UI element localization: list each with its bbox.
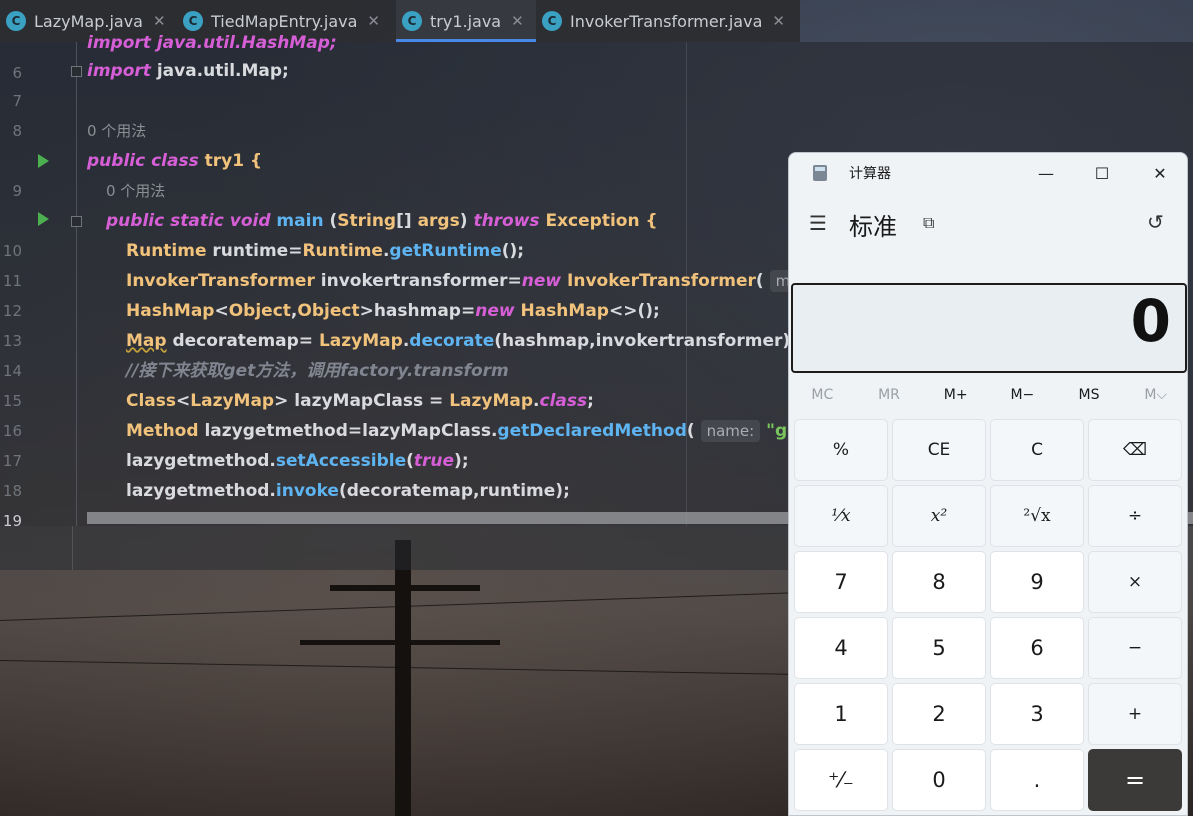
digit-5-button[interactable]: 5 (892, 617, 986, 679)
code-line-8: 8 (0, 86, 1193, 140)
memory-row: MC MR M+ M− MS M⌵ (789, 379, 1189, 411)
minimize-button[interactable]: — (1023, 158, 1069, 188)
calculator-display: 0 (791, 283, 1187, 373)
multiply-button[interactable]: × (1088, 551, 1182, 613)
digit-3-button[interactable]: 3 (990, 683, 1084, 745)
run-icon[interactable] (38, 212, 49, 226)
digit-9-button[interactable]: 9 (990, 551, 1084, 613)
keep-on-top-icon[interactable]: ⧉ (923, 213, 934, 233)
code-comment: //接下来获取get方法，调用factory.transform (126, 361, 509, 381)
memory-list-button[interactable]: M⌵ (1122, 379, 1189, 411)
subtract-button[interactable]: − (1088, 617, 1182, 679)
percent-button[interactable]: % (794, 419, 888, 481)
hamburger-menu-icon[interactable]: ☰ (809, 213, 827, 233)
display-value: 0 (1130, 287, 1171, 355)
calculator-mode-title: 标准 (849, 213, 897, 241)
usage-hint[interactable]: 0 个用法 (106, 176, 165, 206)
wallpaper-crossarm (330, 585, 480, 591)
clear-button[interactable]: C (990, 419, 1084, 481)
negate-button[interactable]: ⁺⁄₋ (794, 749, 888, 811)
code-text: InvokerTransformer invokertransformer=ne… (126, 266, 821, 296)
code-text: public class try1 { (87, 151, 263, 171)
fold-icon[interactable] (71, 216, 82, 227)
code-text: Map decoratemap= LazyMap.decorate(hashma… (126, 331, 797, 351)
wallpaper-crossarm-2 (300, 640, 500, 645)
calculator-window[interactable]: 计算器 — ☐ ✕ ☰ 标准 ⧉ ↺ 0 MC MR M+ M− MS M⌵ %… (788, 152, 1188, 816)
digit-4-button[interactable]: 4 (794, 617, 888, 679)
decimal-button[interactable]: . (990, 749, 1084, 811)
equals-button[interactable]: = (1088, 749, 1182, 811)
history-icon[interactable]: ↺ (1147, 210, 1164, 234)
code-text: import java.util.HashMap; (87, 33, 337, 53)
code-line-6: 6 import java.util.HashMap; (0, 28, 1193, 82)
memory-store-button[interactable]: MS (1056, 379, 1123, 411)
code-text: lazygetmethod.invoke(decoratemap,runtime… (126, 481, 570, 501)
gutter-divider (72, 526, 73, 570)
square-button[interactable]: x² (892, 485, 986, 547)
code-text: public static void main (String[] args) … (106, 211, 658, 231)
fold-icon[interactable] (71, 66, 82, 77)
code-text: lazygetmethod.setAccessible(true); (126, 451, 469, 471)
usage-hint[interactable]: 0 个用法 (87, 116, 146, 146)
digit-8-button[interactable]: 8 (892, 551, 986, 613)
digit-0-button[interactable]: 0 (892, 749, 986, 811)
memory-add-button[interactable]: M+ (922, 379, 989, 411)
add-button[interactable]: + (1088, 683, 1182, 745)
memory-subtract-button[interactable]: M− (989, 379, 1056, 411)
reciprocal-button[interactable]: ¹⁄x (794, 485, 888, 547)
digit-7-button[interactable]: 7 (794, 551, 888, 613)
parameter-hint: name: (700, 420, 761, 442)
memory-clear-button[interactable]: MC (789, 379, 856, 411)
calculator-header: ☰ 标准 ⧉ ↺ (789, 201, 1189, 245)
digit-1-button[interactable]: 1 (794, 683, 888, 745)
memory-recall-button[interactable]: MR (856, 379, 923, 411)
run-icon[interactable] (38, 154, 49, 168)
backspace-button[interactable]: ⌫ (1088, 419, 1182, 481)
code-line-7: 7 import java.util.Map; (0, 56, 1193, 110)
calculator-app-icon (813, 165, 827, 181)
code-text: Class<LazyMap> lazyMapClass = LazyMap.cl… (126, 391, 594, 411)
editor-bottom-area (0, 526, 790, 570)
usage-hint-line: 0 个用法 (0, 116, 1193, 146)
digit-2-button[interactable]: 2 (892, 683, 986, 745)
maximize-button[interactable]: ☐ (1079, 158, 1125, 188)
window-title: 计算器 (849, 166, 891, 182)
close-button[interactable]: ✕ (1137, 158, 1183, 188)
clear-entry-button[interactable]: CE (892, 419, 986, 481)
code-text: Runtime runtime=Runtime.getRuntime(); (126, 241, 525, 261)
code-text: Method lazygetmethod=lazyMapClass.getDec… (126, 416, 835, 446)
divide-button[interactable]: ÷ (1088, 485, 1182, 547)
wallpaper-pole (395, 540, 411, 816)
square-root-button[interactable]: ²√x (990, 485, 1084, 547)
calculator-titlebar[interactable]: 计算器 — ☐ ✕ (789, 153, 1189, 193)
code-text: import java.util.Map; (87, 61, 289, 81)
digit-6-button[interactable]: 6 (990, 617, 1084, 679)
code-text: HashMap<Object,Object>hashmap=new HashMa… (126, 301, 660, 321)
